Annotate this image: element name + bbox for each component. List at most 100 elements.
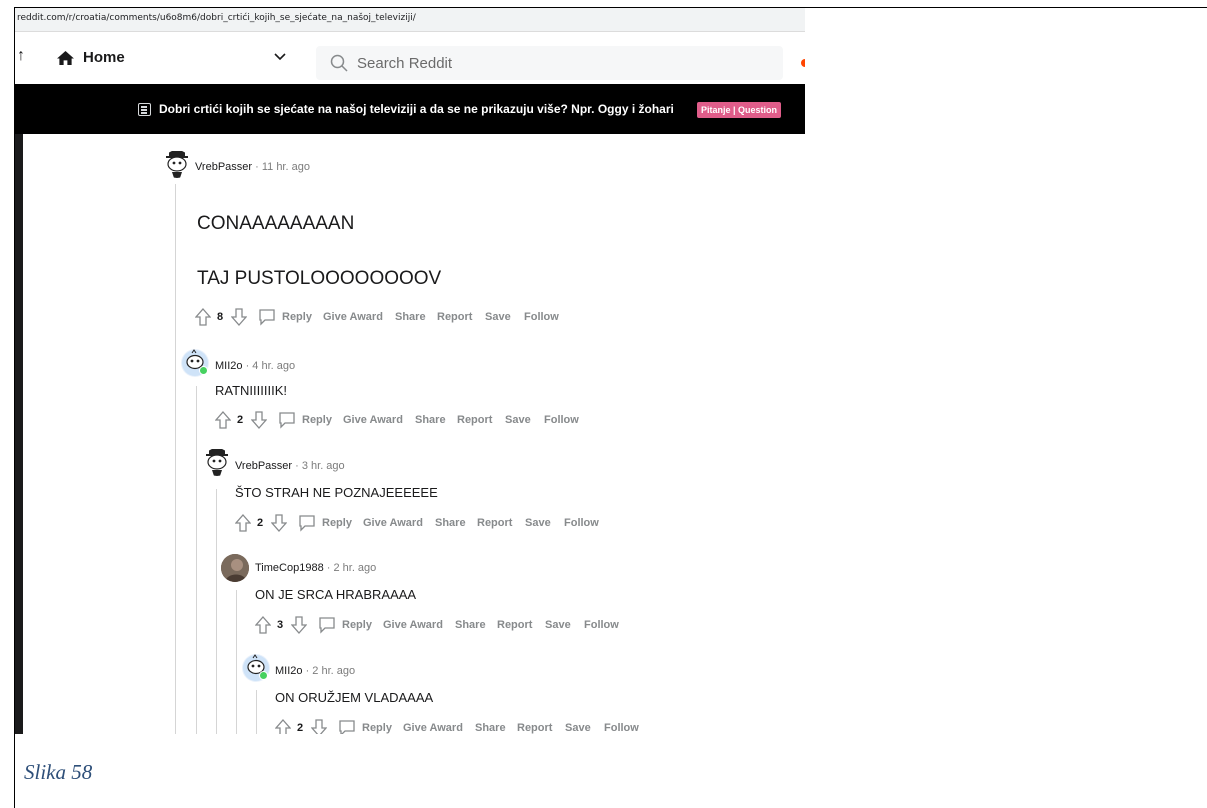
vote-score: 2 [237,414,244,426]
avatar[interactable] [221,554,249,582]
page-left-strip [15,134,23,734]
report-button[interactable]: Report [437,311,472,323]
reddit-top-nav: ↑ Home [15,33,805,83]
post-flair: Pitanje | Question [697,102,782,118]
user-photo-icon [221,554,249,582]
give-award-button[interactable]: Give Award [403,722,463,734]
report-button[interactable]: Report [497,619,532,631]
share-button[interactable]: Share [475,722,506,734]
search-input[interactable] [357,46,757,80]
comment-author[interactable]: VrebPasser [235,460,292,472]
comment-time[interactable]: · 11 hr. ago [255,161,310,173]
thread-line-3 [216,489,217,734]
comment-meta: VrebPasser · 11 hr. ago [195,161,310,173]
give-award-button[interactable]: Give Award [383,619,443,631]
post-title-bar: Dobri crtići kojih se sjećate na našoj t… [15,84,805,134]
upvote-icon[interactable] [235,514,251,532]
comment-author[interactable]: VrebPasser [195,161,252,173]
reply-button[interactable]: Reply [282,311,312,323]
thread-line-1 [175,184,176,734]
search-box[interactable] [316,46,783,80]
comment-body-line: ON ORUŽJEM VLADAAAA [275,690,434,705]
comment-body-line: ŠTO STRAH NE POZNAJEEEEEE [235,485,438,500]
post-text-icon [138,103,151,116]
avatar[interactable] [203,448,231,476]
vote-score: 3 [277,619,284,631]
vote-score: 2 [257,517,264,529]
vote-score: 2 [297,722,304,734]
online-status-dot [259,671,268,680]
follow-button[interactable]: Follow [524,311,559,323]
reply-bubble-icon[interactable] [258,308,276,326]
comment-meta: TimeCop1988 · 2 hr. ago [255,562,376,574]
reply-bubble-icon[interactable] [318,616,336,634]
upvote-icon[interactable] [195,308,211,326]
nav-edge-arrow-icon: ↑ [17,47,25,64]
chevron-down-icon[interactable] [273,52,287,62]
follow-button[interactable]: Follow [564,517,599,529]
downvote-icon[interactable] [231,308,247,326]
thread-line-4 [236,590,237,734]
post-title[interactable]: Dobri crtići kojih se sjećate na našoj t… [159,102,674,116]
comment-author[interactable]: MII2o [215,360,243,372]
comment-body-line: ON JE SRCA HRABRAAAA [255,587,417,602]
reply-button[interactable]: Reply [362,722,392,734]
thread-line-2 [196,386,197,734]
figure-caption: Slika 58 [24,760,93,784]
save-button[interactable]: Save [505,414,531,426]
downvote-icon[interactable] [291,616,307,634]
thread-line-5 [256,690,257,734]
share-button[interactable]: Share [435,517,466,529]
comment-body-line: TAJ PUSTOLOOOOOOOOV [197,268,442,289]
comment-time[interactable]: · 3 hr. ago [295,460,345,472]
save-button[interactable]: Save [565,722,591,734]
report-button[interactable]: Report [517,722,552,734]
reply-bubble-icon[interactable] [338,719,356,734]
comment-meta: MII2o · 4 hr. ago [215,360,295,372]
downvote-icon[interactable] [271,514,287,532]
comment-meta: MII2o · 2 hr. ago [275,665,355,677]
nav-edge-dot [801,59,805,67]
snoo-avatar-icon [206,449,228,476]
report-button[interactable]: Report [457,414,492,426]
share-button[interactable]: Share [395,311,426,323]
follow-button[interactable]: Follow [604,722,639,734]
reply-bubble-icon[interactable] [298,514,316,532]
comment-meta: VrebPasser · 3 hr. ago [235,460,345,472]
reply-button[interactable]: Reply [322,517,352,529]
comment-time[interactable]: · 2 hr. ago [306,665,356,677]
give-award-button[interactable]: Give Award [363,517,423,529]
downvote-icon[interactable] [251,411,267,429]
reddit-screenshot: reddit.com/r/croatia/comments/u6o8m6/dob… [15,8,805,734]
comment-time[interactable]: · 4 hr. ago [246,360,296,372]
share-button[interactable]: Share [455,619,486,631]
upvote-icon[interactable] [255,616,271,634]
comment-thread: VrebPasser · 11 hr. ago CONAAAAAAAAN TAJ… [15,134,805,734]
report-button[interactable]: Report [477,517,512,529]
give-award-button[interactable]: Give Award [323,311,383,323]
give-award-button[interactable]: Give Award [343,414,403,426]
share-button[interactable]: Share [415,414,446,426]
save-button[interactable]: Save [545,619,571,631]
upvote-icon[interactable] [275,719,291,734]
follow-button[interactable]: Follow [544,414,579,426]
comment-author[interactable]: MII2o [275,665,303,677]
reply-button[interactable]: Reply [302,414,332,426]
comment-author[interactable]: TimeCop1988 [255,562,324,574]
comment-time[interactable]: · 2 hr. ago [327,562,377,574]
reply-button[interactable]: Reply [342,619,372,631]
avatar[interactable] [163,150,191,178]
save-button[interactable]: Save [485,311,511,323]
search-icon [330,54,348,72]
home-label[interactable]: Home [83,49,125,66]
vote-score: 8 [217,311,224,323]
save-button[interactable]: Save [525,517,551,529]
comment-body-line: RATNIIIIIIIK! [215,383,287,398]
follow-button[interactable]: Follow [584,619,619,631]
downvote-icon[interactable] [311,719,327,734]
snoo-avatar-icon [166,151,188,178]
address-bar[interactable]: reddit.com/r/croatia/comments/u6o8m6/dob… [15,8,805,32]
reply-bubble-icon[interactable] [278,411,296,429]
upvote-icon[interactable] [215,411,231,429]
home-icon[interactable] [56,50,75,66]
